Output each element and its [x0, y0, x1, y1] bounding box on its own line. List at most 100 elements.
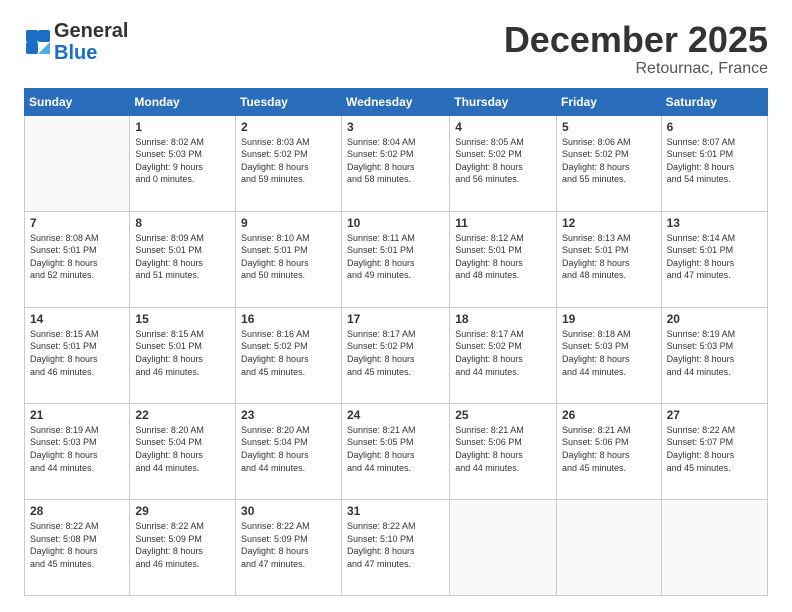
day-detail: Sunrise: 8:19 AM Sunset: 5:03 PM Dayligh… [667, 328, 762, 378]
calendar-cell [661, 499, 767, 595]
day-number: 9 [241, 216, 336, 230]
day-detail: Sunrise: 8:20 AM Sunset: 5:04 PM Dayligh… [135, 424, 230, 474]
day-number: 2 [241, 120, 336, 134]
calendar-week-5: 28 Sunrise: 8:22 AM Sunset: 5:08 PM Dayli… [25, 499, 768, 595]
day-detail: Sunrise: 8:17 AM Sunset: 5:02 PM Dayligh… [455, 328, 551, 378]
calendar-cell: 5Sunrise: 8:06 AM Sunset: 5:02 PM Daylig… [556, 115, 661, 211]
calendar-cell: 13 Sunrise: 8:14 AM Sunset: 5:01 PM Dayli… [661, 211, 767, 307]
calendar-week-1: 1 Sunrise: 8:02 AM Sunset: 5:03 PM Daylig… [25, 115, 768, 211]
day-number: 28 [30, 504, 124, 518]
day-number: 15 [135, 312, 230, 326]
calendar-cell: 29Sunrise: 8:22 AM Sunset: 5:09 PM Dayli… [130, 499, 236, 595]
day-number: 12 [562, 216, 656, 230]
month-title: December 2025 [504, 20, 768, 60]
logo: General Blue [24, 20, 128, 64]
day-detail: Sunrise: 8:22 AM Sunset: 5:10 PM Dayligh… [347, 520, 444, 570]
calendar-cell: 9 Sunrise: 8:10 AM Sunset: 5:01 PM Daylig… [236, 211, 342, 307]
calendar-cell: 20 Sunrise: 8:19 AM Sunset: 5:03 PM Dayli… [661, 307, 767, 403]
day-number: 24 [347, 408, 444, 422]
calendar-cell [25, 115, 130, 211]
calendar-week-3: 14 Sunrise: 8:15 AM Sunset: 5:01 PM Dayli… [25, 307, 768, 403]
calendar-body: 1 Sunrise: 8:02 AM Sunset: 5:03 PM Daylig… [25, 115, 768, 595]
calendar-cell: 26Sunrise: 8:21 AM Sunset: 5:06 PM Dayli… [556, 403, 661, 499]
day-number: 4 [455, 120, 551, 134]
day-number: 6 [667, 120, 762, 134]
day-detail: Sunrise: 8:12 AM Sunset: 5:01 PM Dayligh… [455, 232, 551, 282]
logo-blue: Blue [54, 42, 97, 64]
day-number: 17 [347, 312, 444, 326]
day-detail: Sunrise: 8:08 AM Sunset: 5:01 PM Dayligh… [30, 232, 124, 282]
day-detail: Sunrise: 8:13 AM Sunset: 5:01 PM Dayligh… [562, 232, 656, 282]
calendar-cell: 15 Sunrise: 8:15 AM Sunset: 5:01 PM Dayli… [130, 307, 236, 403]
calendar-cell: 25 Sunrise: 8:21 AM Sunset: 5:06 PM Dayli… [450, 403, 557, 499]
day-detail: Sunrise: 8:17 AM Sunset: 5:02 PM Dayligh… [347, 328, 444, 378]
calendar-cell: 18 Sunrise: 8:17 AM Sunset: 5:02 PM Dayli… [450, 307, 557, 403]
weekday-header-wednesday: Wednesday [341, 88, 449, 115]
calendar-cell: 6 Sunrise: 8:07 AM Sunset: 5:01 PM Daylig… [661, 115, 767, 211]
calendar-table: SundayMondayTuesdayWednesdayThursdayFrid… [24, 88, 768, 596]
day-number: 20 [667, 312, 762, 326]
calendar-cell: 11 Sunrise: 8:12 AM Sunset: 5:01 PM Dayli… [450, 211, 557, 307]
weekday-header-tuesday: Tuesday [236, 88, 342, 115]
day-number: 13 [667, 216, 762, 230]
calendar-cell: 8 Sunrise: 8:09 AM Sunset: 5:01 PM Daylig… [130, 211, 236, 307]
day-detail: Sunrise: 8:21 AM Sunset: 5:06 PM Dayligh… [455, 424, 551, 474]
calendar-cell: 14 Sunrise: 8:15 AM Sunset: 5:01 PM Dayli… [25, 307, 130, 403]
day-detail: Sunrise: 8:15 AM Sunset: 5:01 PM Dayligh… [135, 328, 230, 378]
weekday-header-row: SundayMondayTuesdayWednesdayThursdayFrid… [25, 88, 768, 115]
calendar-cell: 4 Sunrise: 8:05 AM Sunset: 5:02 PM Daylig… [450, 115, 557, 211]
day-detail: Sunrise: 8:14 AM Sunset: 5:01 PM Dayligh… [667, 232, 762, 282]
day-number: 30 [241, 504, 336, 518]
day-number: 23 [241, 408, 336, 422]
day-detail: Sunrise: 8:22 AM Sunset: 5:08 PM Dayligh… [30, 520, 124, 570]
day-number: 7 [30, 216, 124, 230]
calendar-cell [556, 499, 661, 595]
weekday-header-friday: Friday [556, 88, 661, 115]
day-number: 16 [241, 312, 336, 326]
day-number: 14 [30, 312, 124, 326]
day-number: 19 [562, 312, 656, 326]
day-detail: Sunrise: 8:20 AM Sunset: 5:04 PM Dayligh… [241, 424, 336, 474]
calendar-cell: 2 Sunrise: 8:03 AM Sunset: 5:02 PM Daylig… [236, 115, 342, 211]
calendar-cell: 1 Sunrise: 8:02 AM Sunset: 5:03 PM Daylig… [130, 115, 236, 211]
day-detail: Sunrise: 8:02 AM Sunset: 5:03 PM Dayligh… [135, 136, 230, 186]
day-number: 8 [135, 216, 230, 230]
calendar-cell: 16Sunrise: 8:16 AM Sunset: 5:02 PM Dayli… [236, 307, 342, 403]
day-number: 29 [135, 504, 230, 518]
calendar-cell: 24Sunrise: 8:21 AM Sunset: 5:05 PM Dayli… [341, 403, 449, 499]
weekday-header-thursday: Thursday [450, 88, 557, 115]
location-subtitle: Retournac, France [504, 60, 768, 78]
day-detail: Sunrise: 8:05 AM Sunset: 5:02 PM Dayligh… [455, 136, 551, 186]
calendar-week-2: 7 Sunrise: 8:08 AM Sunset: 5:01 PM Daylig… [25, 211, 768, 307]
title-area: December 2025 Retournac, France [504, 20, 768, 78]
day-detail: Sunrise: 8:04 AM Sunset: 5:02 PM Dayligh… [347, 136, 444, 186]
calendar-cell [450, 499, 557, 595]
day-detail: Sunrise: 8:09 AM Sunset: 5:01 PM Dayligh… [135, 232, 230, 282]
day-detail: Sunrise: 8:18 AM Sunset: 5:03 PM Dayligh… [562, 328, 656, 378]
calendar-cell: 7 Sunrise: 8:08 AM Sunset: 5:01 PM Daylig… [25, 211, 130, 307]
calendar-cell: 27Sunrise: 8:22 AM Sunset: 5:07 PM Dayli… [661, 403, 767, 499]
calendar-cell: 12 Sunrise: 8:13 AM Sunset: 5:01 PM Dayli… [556, 211, 661, 307]
day-number: 25 [455, 408, 551, 422]
day-detail: Sunrise: 8:22 AM Sunset: 5:09 PM Dayligh… [241, 520, 336, 570]
calendar-cell: 21Sunrise: 8:19 AM Sunset: 5:03 PM Dayli… [25, 403, 130, 499]
day-detail: Sunrise: 8:03 AM Sunset: 5:02 PM Dayligh… [241, 136, 336, 186]
calendar-cell: 23 Sunrise: 8:20 AM Sunset: 5:04 PM Dayli… [236, 403, 342, 499]
day-detail: Sunrise: 8:19 AM Sunset: 5:03 PM Dayligh… [30, 424, 124, 474]
day-detail: Sunrise: 8:21 AM Sunset: 5:06 PM Dayligh… [562, 424, 656, 474]
calendar-cell: 19 Sunrise: 8:18 AM Sunset: 5:03 PM Dayli… [556, 307, 661, 403]
day-number: 1 [135, 120, 230, 134]
day-detail: Sunrise: 8:06 AM Sunset: 5:02 PM Dayligh… [562, 136, 656, 186]
day-detail: Sunrise: 8:15 AM Sunset: 5:01 PM Dayligh… [30, 328, 124, 378]
day-number: 18 [455, 312, 551, 326]
day-number: 3 [347, 120, 444, 134]
calendar-cell: 22Sunrise: 8:20 AM Sunset: 5:04 PM Dayli… [130, 403, 236, 499]
day-detail: Sunrise: 8:10 AM Sunset: 5:01 PM Dayligh… [241, 232, 336, 282]
weekday-header-sunday: Sunday [25, 88, 130, 115]
weekday-header-monday: Monday [130, 88, 236, 115]
day-number: 10 [347, 216, 444, 230]
calendar-cell: 30 Sunrise: 8:22 AM Sunset: 5:09 PM Dayli… [236, 499, 342, 595]
day-detail: Sunrise: 8:07 AM Sunset: 5:01 PM Dayligh… [667, 136, 762, 186]
day-number: 11 [455, 216, 551, 230]
calendar-cell: 28 Sunrise: 8:22 AM Sunset: 5:08 PM Dayli… [25, 499, 130, 595]
